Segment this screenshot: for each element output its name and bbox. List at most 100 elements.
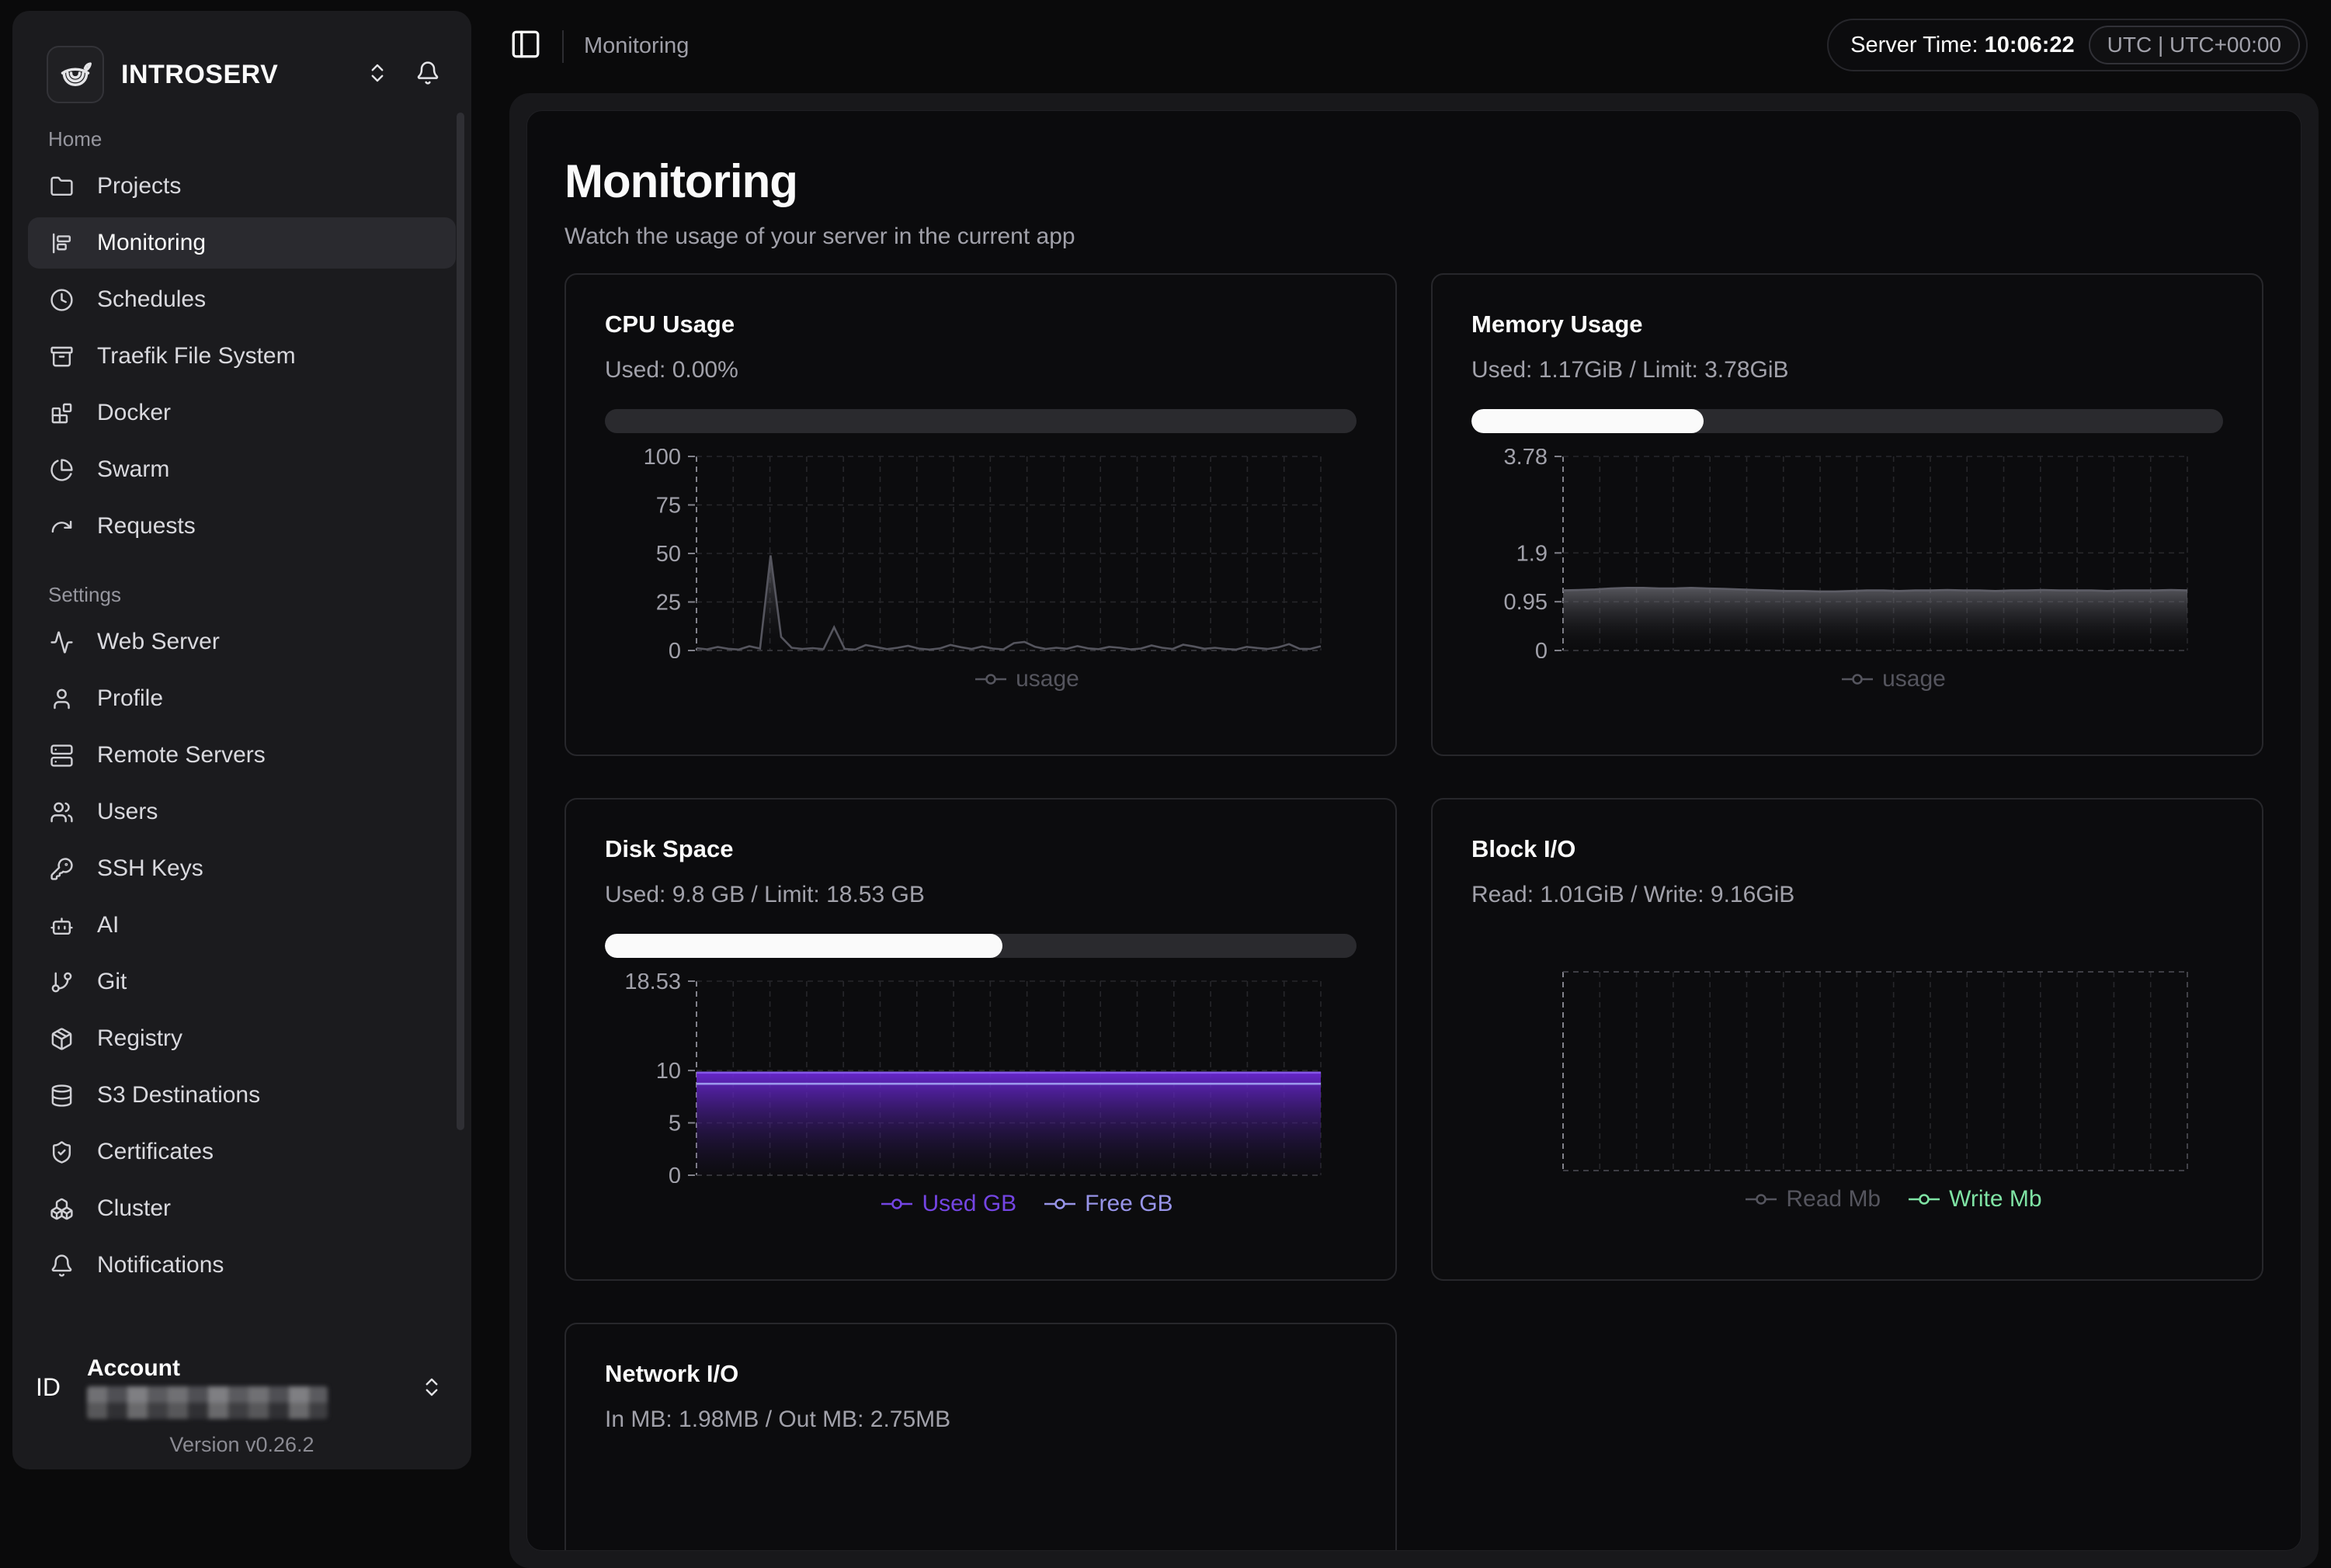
page-subtitle: Watch the usage of your server in the cu…	[565, 224, 2263, 250]
y-axis-tick-label: 18.53	[624, 973, 681, 994]
card-network: Network I/O In MB: 1.98MB / Out MB: 2.75M…	[565, 1323, 1397, 1551]
sidebar-nav: HomeProjectsMonitoringSchedulesTraefik F…	[12, 104, 471, 1291]
sidebar-item-s3-destinations[interactable]: S3 Destinations	[28, 1070, 456, 1121]
card-title: Network I/O	[605, 1360, 1357, 1388]
sidebar-header: INTROSERV	[12, 11, 471, 104]
main-panel: Monitoring Watch the usage of your serve…	[509, 93, 2319, 1568]
y-axis-tick-label: 1.9	[1516, 541, 1548, 566]
sidebar-item-traefik-file-system[interactable]: Traefik File System	[28, 331, 456, 382]
y-axis-tick-label: 25	[656, 591, 681, 616]
card-disk: Disk Space Used: 9.8 GB / Limit: 18.53 GB…	[565, 798, 1397, 1281]
chevrons-up-down-icon	[366, 61, 389, 88]
blocks-icon	[50, 401, 74, 425]
sidebar-item-docker[interactable]: Docker	[28, 387, 456, 439]
legend-label: Used GB	[922, 1191, 1016, 1217]
legend-marker-icon	[1907, 1193, 1941, 1205]
brand-logo-button[interactable]	[47, 46, 104, 103]
card-title: Block I/O	[1471, 835, 2223, 863]
database-icon	[50, 1084, 74, 1108]
sidebar-item-git[interactable]: Git	[28, 956, 456, 1008]
legend-item: usage	[974, 666, 1079, 692]
account-switcher[interactable]: ID Account	[36, 1355, 448, 1419]
sidebar-item-swarm[interactable]: Swarm	[28, 444, 456, 495]
sidebar-item-label: S3 Destinations	[97, 1082, 260, 1108]
legend-label: usage	[1882, 666, 1946, 692]
card-cpu: CPU Usage Used: 0.00% 0255075100 usage	[565, 273, 1397, 756]
card-title: Disk Space	[605, 835, 1357, 863]
bell-icon	[415, 61, 440, 89]
y-axis-tick-label: 0	[1535, 639, 1548, 658]
sidebar-item-profile[interactable]: Profile	[28, 673, 456, 724]
folder-icon	[50, 175, 74, 199]
legend-label: Read Mb	[1786, 1186, 1881, 1212]
sidebar-item-monitoring[interactable]: Monitoring	[28, 217, 456, 269]
notifications-bell-button[interactable]	[415, 61, 440, 89]
card-memory: Memory UsageUsed: 1.17GiB / Limit: 3.78G…	[1431, 273, 2263, 756]
sidebar-toggle-button[interactable]	[509, 28, 542, 64]
progress-bar	[605, 409, 1357, 433]
account-title: Account	[87, 1355, 420, 1382]
sidebar-item-projects[interactable]: Projects	[28, 161, 456, 212]
card-stat: Used: 0.00%	[605, 357, 1357, 383]
card-stat: Used: 9.8 GB / Limit: 18.53 GB	[605, 882, 1357, 908]
redo-icon	[50, 515, 74, 539]
card-title: Memory Usage	[1471, 310, 2223, 338]
sidebar-item-schedules[interactable]: Schedules	[28, 274, 456, 325]
timezone-badge: UTC | UTC+00:00	[2089, 26, 2300, 64]
page-title: Monitoring	[565, 154, 2263, 208]
chart-legend: Read Mb Write Mb	[1471, 1186, 2223, 1212]
sidebar-item-certificates[interactable]: Certificates	[28, 1126, 456, 1178]
progress-fill	[1471, 409, 1704, 433]
legend-label: Write Mb	[1949, 1186, 2041, 1212]
sidebar-item-web-server[interactable]: Web Server	[28, 616, 456, 668]
sidebar-item-label: SSH Keys	[97, 855, 203, 882]
clock-icon	[50, 288, 74, 312]
sidebar-item-users[interactable]: Users	[28, 786, 456, 838]
chart-legend: Used GB Free GB	[605, 1191, 1357, 1217]
sidebar-item-cluster[interactable]: Cluster	[28, 1183, 456, 1234]
panel-left-icon	[509, 28, 542, 64]
legend-marker-icon	[1840, 673, 1874, 685]
card-block: Block I/ORead: 1.01GiB / Write: 9.16GiBR…	[1431, 798, 2263, 1281]
progress-fill	[605, 934, 1002, 958]
server-time-text: Server Time: 10:06:22	[1850, 33, 2075, 58]
sidebar-switcher-button[interactable]	[366, 61, 389, 88]
account-avatar: ID	[36, 1373, 87, 1402]
sidebar-scrollbar[interactable]	[457, 113, 464, 1130]
sidebar-item-label: Notifications	[97, 1252, 224, 1278]
y-axis-tick-label: 0.95	[1504, 590, 1548, 615]
sidebar-item-ai[interactable]: AI	[28, 900, 456, 951]
sidebar-item-registry[interactable]: Registry	[28, 1013, 456, 1064]
archive-icon	[50, 345, 74, 369]
user-icon	[50, 687, 74, 711]
sidebar-item-label: AI	[97, 912, 119, 938]
sidebar-item-label: Remote Servers	[97, 742, 266, 768]
chart-legend: usage	[605, 666, 1357, 692]
sidebar-item-remote-servers[interactable]: Remote Servers	[28, 730, 456, 781]
sidebar-item-label: Users	[97, 799, 158, 825]
card-title: CPU Usage	[605, 310, 1357, 338]
boxes-icon	[50, 1197, 74, 1221]
sidebar-item-label: Profile	[97, 685, 163, 712]
y-axis-tick-label: 100	[644, 449, 681, 470]
sidebar-item-ssh-keys[interactable]: SSH Keys	[28, 843, 456, 894]
monitoring-icon	[50, 231, 74, 255]
activity-icon	[50, 630, 74, 654]
usage-chart: 00.951.93.78	[1471, 449, 2232, 658]
sidebar: INTROSERV HomeProjectsMonitoringSchedule…	[12, 11, 471, 1469]
legend-marker-icon	[880, 1198, 914, 1210]
legend-item: Write Mb	[1907, 1186, 2041, 1212]
sidebar-item-notifications[interactable]: Notifications	[28, 1240, 456, 1291]
card-stat: In MB: 1.98MB / Out MB: 2.75MB	[605, 1407, 1357, 1433]
legend-marker-icon	[974, 673, 1008, 685]
usage-chart: 0255075100	[605, 449, 1366, 658]
server-icon	[50, 744, 74, 768]
legend-marker-icon	[1043, 1198, 1077, 1210]
legend-item: Free GB	[1043, 1191, 1172, 1217]
sidebar-item-label: Registry	[97, 1025, 182, 1052]
chevrons-up-down-icon	[420, 1375, 443, 1399]
y-axis-tick-label: 5	[669, 1112, 681, 1136]
sidebar-item-requests[interactable]: Requests	[28, 501, 456, 552]
sidebar-item-label: Git	[97, 969, 127, 995]
sidebar-item-label: Web Server	[97, 629, 220, 655]
